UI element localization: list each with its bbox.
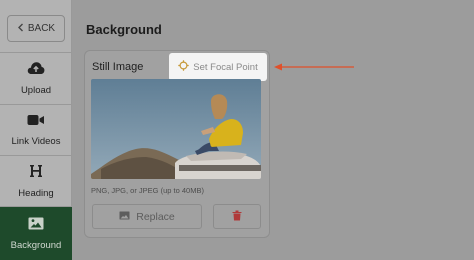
image-icon: [119, 211, 130, 223]
sidebar-item-heading[interactable]: Heading: [0, 155, 72, 206]
chevron-left-icon: [17, 23, 24, 35]
video-camera-icon: [27, 114, 45, 129]
page-title: Background: [86, 22, 162, 37]
crosshair-icon: [178, 60, 189, 74]
trash-icon: [232, 208, 242, 226]
still-image-label: Still Image: [92, 61, 144, 73]
set-focal-point-button[interactable]: Set Focal Point: [169, 53, 267, 81]
sidebar-item-label: Upload: [20, 85, 52, 96]
file-hint: PNG, JPG, or JPEG (up to 40MB): [91, 186, 204, 195]
pointer-arrow: [274, 63, 354, 71]
cloud-upload-icon: [27, 61, 45, 78]
focal-point-label: Set Focal Point: [193, 61, 258, 73]
delete-image-button[interactable]: [213, 204, 261, 229]
sidebar-item-upload[interactable]: Upload: [0, 52, 72, 104]
sidebar-item-label: Link Videos: [11, 135, 61, 147]
image-icon: [28, 217, 44, 233]
sidebar-item-link-videos[interactable]: Link Videos: [0, 104, 72, 155]
back-button[interactable]: BACK: [7, 15, 65, 42]
still-image-card: Still Image Set Focal Point PNG, JPG, or…: [84, 50, 270, 238]
replace-label: Replace: [136, 210, 175, 223]
replace-button[interactable]: Replace: [92, 204, 202, 229]
sidebar: BACK Upload Link Videos Heading Backgrou…: [0, 0, 72, 260]
sidebar-item-label: Heading: [18, 187, 54, 199]
sidebar-item-label: Background: [10, 239, 62, 251]
sidebar-item-background[interactable]: Background: [0, 206, 72, 260]
background-image-preview: [91, 79, 261, 179]
heading-icon: [29, 164, 43, 181]
back-label: BACK: [27, 23, 56, 34]
